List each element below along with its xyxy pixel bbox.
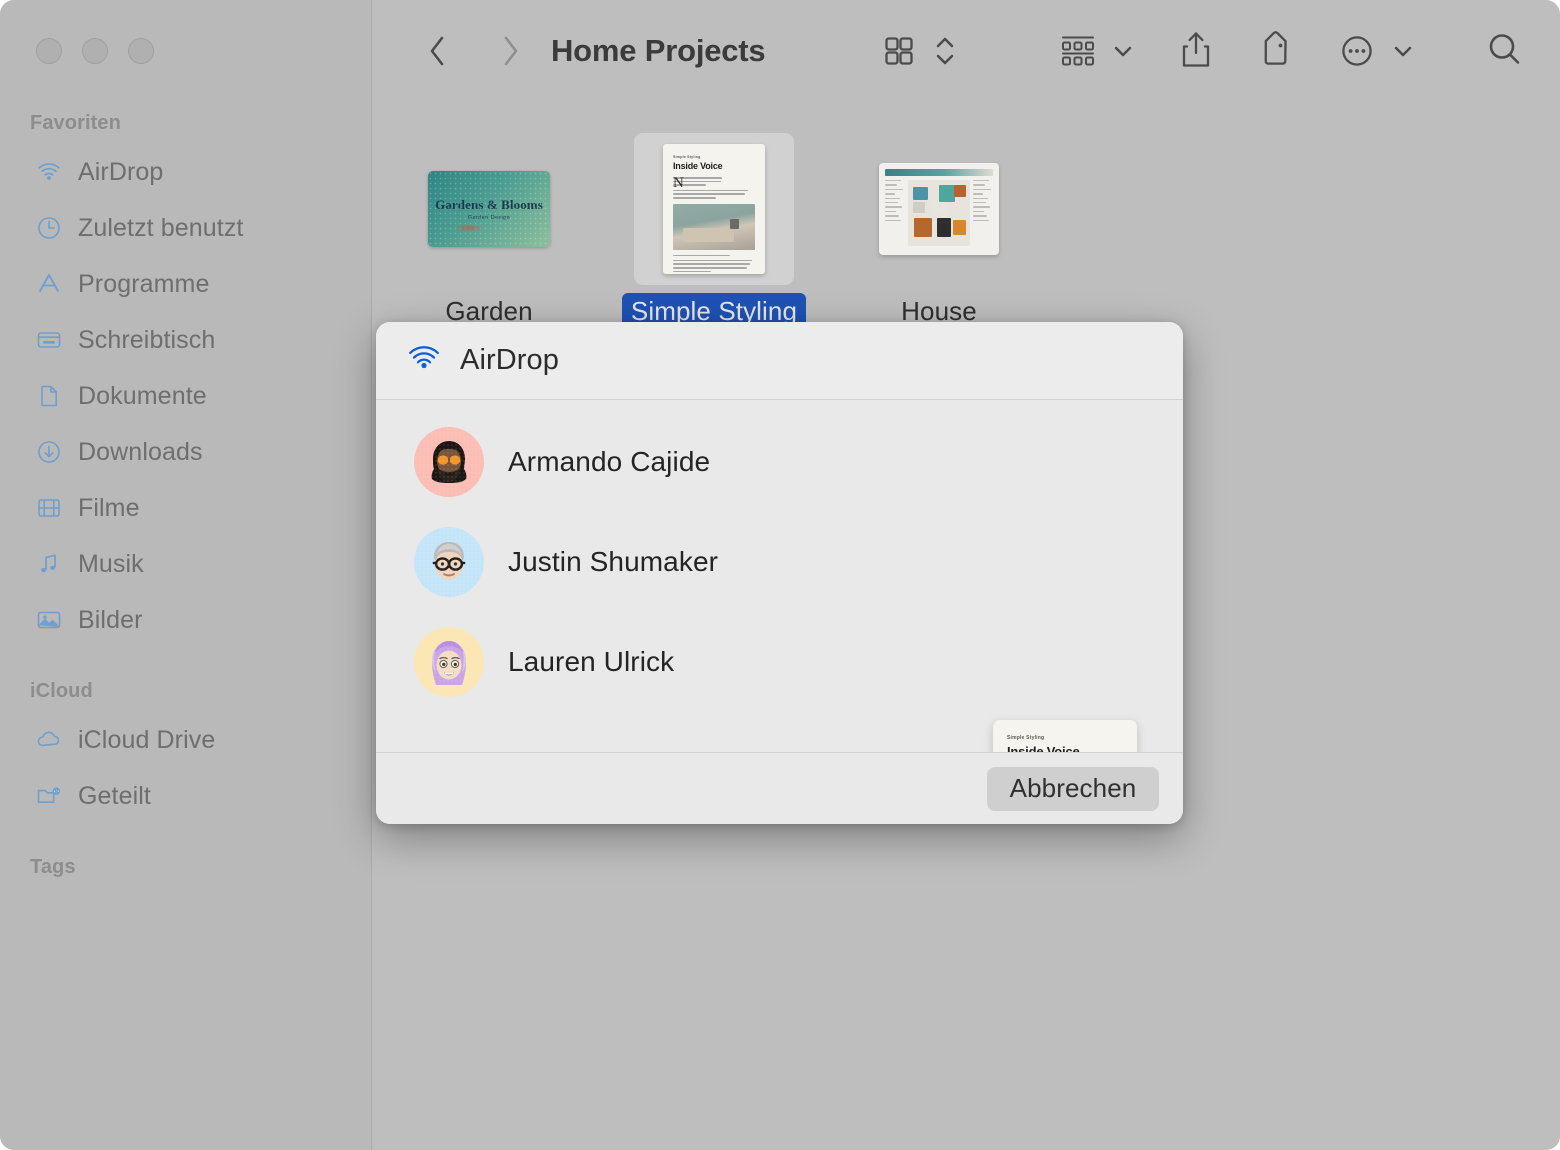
file-item-simple-styling[interactable]: Simple Styling Inside Voice N <box>616 133 812 330</box>
more-ellipsis-icon[interactable] <box>1332 26 1382 76</box>
chevron-down-icon[interactable] <box>1108 26 1138 76</box>
music-note-icon <box>34 549 64 579</box>
file-thumbnail: Simple Styling Inside Voice N <box>634 133 794 285</box>
sidebar-item-airdrop[interactable]: AirDrop <box>20 152 350 192</box>
group-by-icon[interactable] <box>1052 26 1104 76</box>
sidebar-item-label: Downloads <box>78 438 203 467</box>
sidebar-item-musik[interactable]: Musik <box>20 544 350 584</box>
sidebar-item-label: Schreibtisch <box>78 326 215 355</box>
cancel-button[interactable]: Abbrechen <box>987 767 1159 811</box>
close-button[interactable] <box>36 38 62 64</box>
airdrop-contact-lauren-ulrick[interactable]: Lauren Ulrick <box>400 625 960 699</box>
contact-name: Lauren Ulrick <box>508 646 674 678</box>
sidebar-item-dokumente[interactable]: Dokumente <box>20 376 350 416</box>
chevron-down-icon[interactable] <box>1388 26 1418 76</box>
airdrop-contact-justin-shumaker[interactable]: Justin Shumaker <box>400 525 960 599</box>
contact-name: Justin Shumaker <box>508 546 718 578</box>
sidebar-item-label: Filme <box>78 494 140 523</box>
document-page-thumbnail: Simple Styling Inside Voice N <box>663 144 765 274</box>
share-icon[interactable] <box>1173 24 1219 76</box>
airdrop-dialog: AirDrop <box>376 322 1183 824</box>
doc-photo <box>673 204 755 250</box>
search-icon[interactable] <box>1480 24 1530 76</box>
sidebar-item-icloud-drive[interactable]: iCloud Drive <box>20 720 350 760</box>
doc-title: Inside Voice <box>673 161 755 171</box>
airdrop-dialog-header: AirDrop <box>376 322 1183 400</box>
tag-icon[interactable] <box>1250 26 1300 76</box>
airdrop-icon <box>404 338 444 383</box>
avatar <box>414 627 484 697</box>
forward-button[interactable] <box>487 27 533 75</box>
sidebar-item-geteilt[interactable]: Geteilt <box>20 776 350 816</box>
sidebar-item-label: Zuletzt benutzt <box>78 214 243 243</box>
sidebar-section-tags: Tags <box>30 856 76 879</box>
airdrop-contacts-list: Armando Cajide <box>376 400 1183 752</box>
preview-kicker: Simple Styling <box>1007 735 1123 741</box>
file-item-garden[interactable]: Gardens & Blooms Garden Design Garden <box>391 133 587 330</box>
sidebar-section-icloud: iCloud <box>30 680 93 703</box>
airdrop-contact-armando-cajide[interactable]: Armando Cajide <box>400 425 960 499</box>
sidebar-item-label: iCloud Drive <box>78 726 215 755</box>
film-icon <box>34 493 64 523</box>
business-card-thumbnail: Gardens & Blooms Garden Design <box>428 171 550 247</box>
sidebar-item-label: Dokumente <box>78 382 207 411</box>
page-title: Home Projects <box>551 27 765 75</box>
file-thumbnail: Gardens & Blooms Garden Design <box>409 133 569 285</box>
moodboard-thumbnail <box>879 163 999 255</box>
airdrop-dialog-title: AirDrop <box>460 344 559 377</box>
sidebar: Favoriten AirDrop Zuletzt benutzt <box>0 0 372 1150</box>
minimize-button[interactable] <box>82 38 108 64</box>
zoom-button[interactable] <box>128 38 154 64</box>
cloud-icon <box>34 725 64 755</box>
airdrop-icon <box>34 157 64 187</box>
back-button[interactable] <box>415 27 461 75</box>
sidebar-item-label: Programme <box>78 270 210 299</box>
sidebar-item-label: Geteilt <box>78 782 151 811</box>
card-dot-pattern <box>428 171 550 247</box>
window-traffic-lights <box>36 38 154 64</box>
sidebar-item-filme[interactable]: Filme <box>20 488 350 528</box>
sidebar-item-programme[interactable]: Programme <box>20 264 350 304</box>
sidebar-section-favoriten: Favoriten <box>30 112 121 135</box>
document-icon <box>34 381 64 411</box>
file-thumbnail <box>859 133 1019 285</box>
grid-view-icon[interactable] <box>876 26 922 76</box>
sidebar-item-bilder[interactable]: Bilder <box>20 600 350 640</box>
avatar <box>414 427 484 497</box>
sidebar-item-schreibtisch[interactable]: Schreibtisch <box>20 320 350 360</box>
up-down-chevron-icon[interactable] <box>930 26 960 76</box>
sidebar-item-downloads[interactable]: Downloads <box>20 432 350 472</box>
download-icon <box>34 437 64 467</box>
airdrop-dialog-footer: Abbrechen <box>376 752 1183 824</box>
applications-icon <box>34 269 64 299</box>
sidebar-item-label: Bilder <box>78 606 143 635</box>
finder-window: Favoriten AirDrop Zuletzt benutzt <box>0 0 1560 1150</box>
avatar <box>414 527 484 597</box>
sidebar-item-label: AirDrop <box>78 158 163 187</box>
picture-icon <box>34 605 64 635</box>
sidebar-item-label: Musik <box>78 550 144 579</box>
doc-kicker: Simple Styling <box>673 155 755 159</box>
doc-dropcap: N <box>673 177 684 189</box>
sidebar-item-zuletzt-benutzt[interactable]: Zuletzt benutzt <box>20 208 350 248</box>
file-item-house[interactable]: House <box>841 133 1037 330</box>
card-leaf-motif <box>454 224 484 232</box>
contact-name: Armando Cajide <box>508 446 710 478</box>
doc-body-lines: N <box>673 177 755 199</box>
toolbar: Home Projects <box>373 0 1560 103</box>
desktop-icon <box>34 325 64 355</box>
clock-icon <box>34 213 64 243</box>
shared-folder-icon <box>34 781 64 811</box>
